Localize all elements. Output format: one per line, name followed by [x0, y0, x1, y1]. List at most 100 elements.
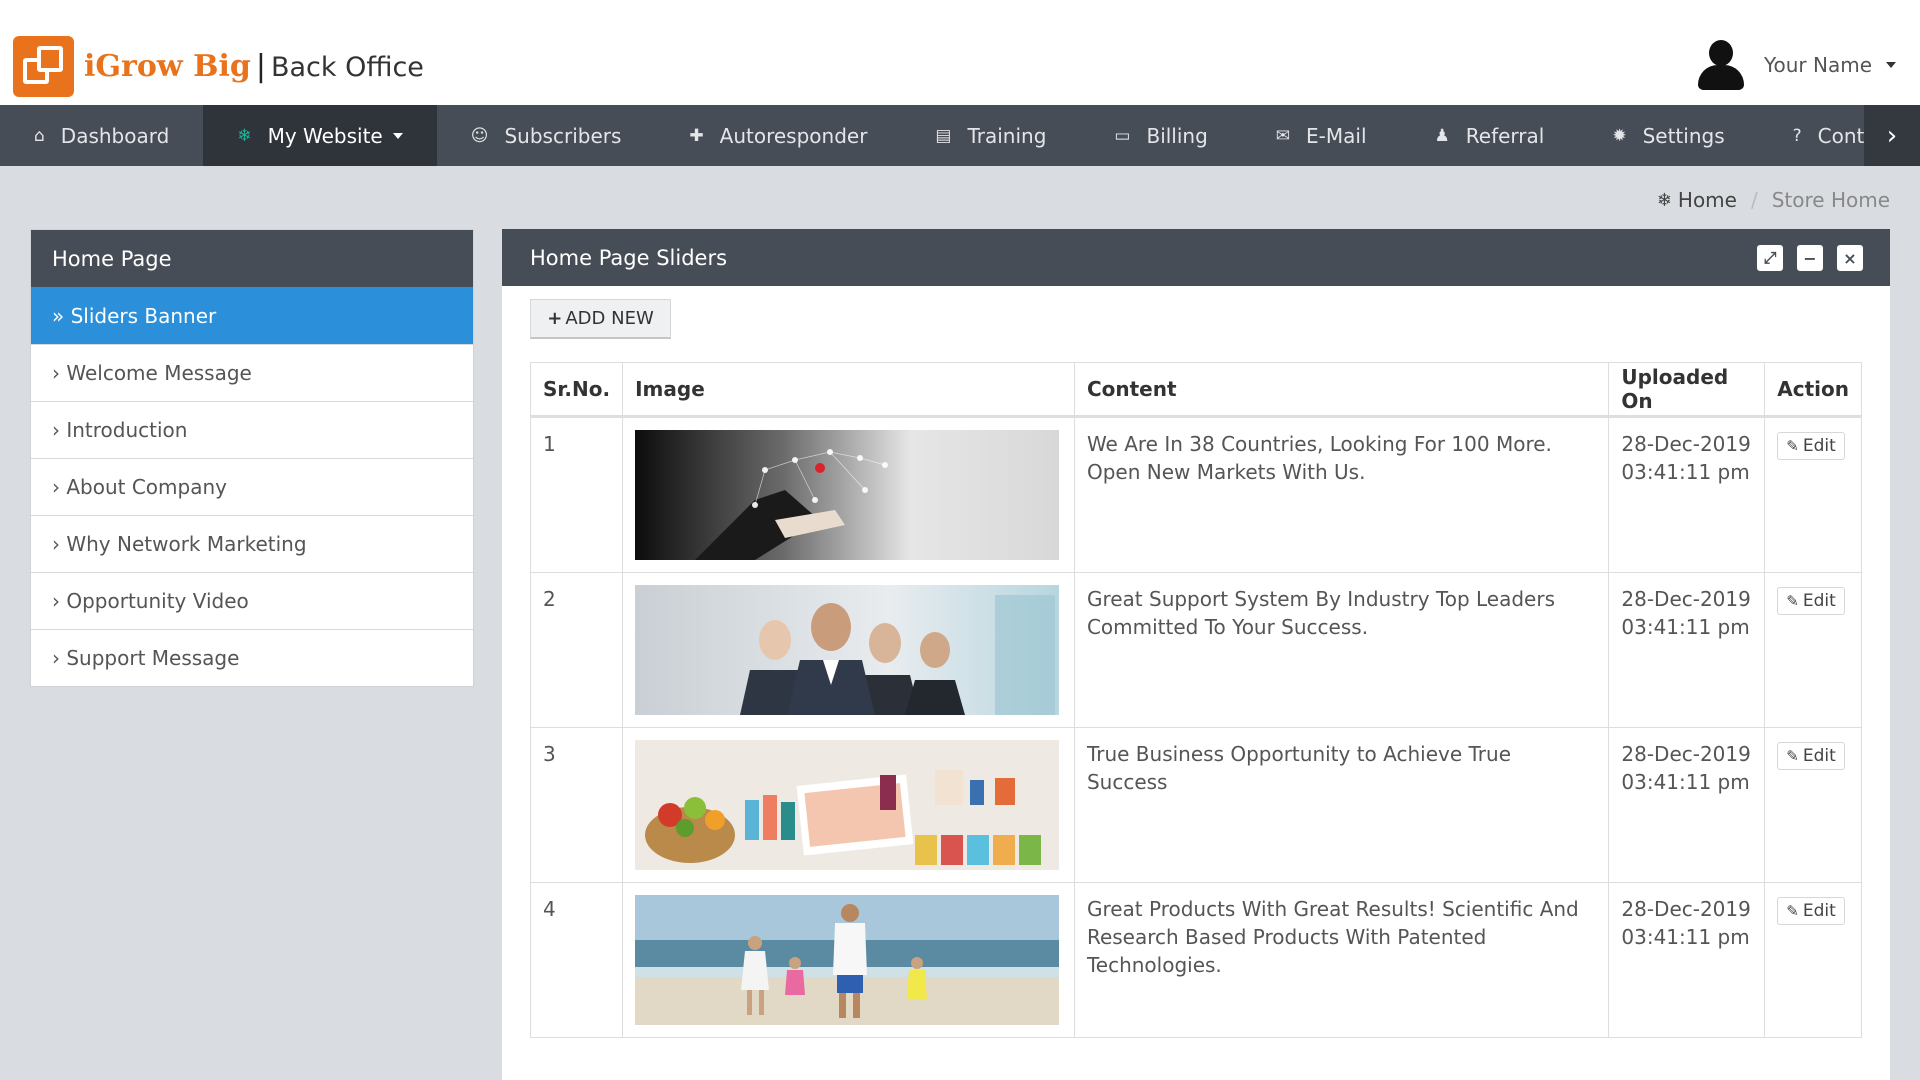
cell-image: [622, 882, 1075, 1038]
chevron-right-icon: ›: [1886, 120, 1898, 151]
upload-time: 03:41:11 pm: [1621, 460, 1750, 484]
upload-date: 28-Dec-2019: [1621, 897, 1751, 921]
cell-content: True Business Opportunity to Achieve Tru…: [1073, 727, 1610, 883]
column-header-sr: Sr.No.: [529, 362, 624, 418]
nav-item-label: Settings: [1642, 123, 1725, 148]
cell-sr: 3: [529, 727, 624, 883]
nav-item-referral[interactable]: ♟ Referral: [1401, 105, 1579, 166]
upload-date: 28-Dec-2019: [1621, 742, 1751, 766]
column-header-image: Image: [622, 362, 1075, 418]
sidebar-item-introduction[interactable]: › Introduction: [31, 401, 473, 458]
breadcrumb: ❄ Home / Store Home: [1657, 188, 1890, 212]
sidebar-item-welcome-message[interactable]: › Welcome Message: [31, 344, 473, 401]
edit-label: Edit: [1802, 901, 1836, 921]
gear-icon: ✹: [1612, 125, 1627, 146]
cell-image: [622, 727, 1075, 883]
sidebar-item-support-message[interactable]: › Support Message: [31, 629, 473, 686]
brand-subtitle: Back Office: [270, 52, 424, 83]
column-header-content: Content: [1073, 362, 1610, 418]
upload-time: 03:41:11 pm: [1621, 925, 1750, 949]
nav-item-label: Dashboard: [60, 123, 170, 148]
cell-uploaded: 28-Dec-2019 03:41:11 pm: [1608, 572, 1766, 728]
edit-button[interactable]: ✎ Edit: [1777, 897, 1845, 925]
upload-date: 28-Dec-2019: [1621, 587, 1751, 611]
table-row: 4 Great Products With Great Results! Sci…: [529, 882, 1862, 1038]
nav-item-subscribers[interactable]: ☺ Subscribers: [437, 105, 656, 166]
nav-item-autoresponder[interactable]: ✚ Autoresponder: [655, 105, 901, 166]
breadcrumb-home-link[interactable]: Home: [1678, 188, 1737, 212]
user-name: Your Name: [1763, 53, 1872, 77]
smiley-icon: ☺: [470, 125, 489, 146]
cell-sr: 2: [529, 572, 624, 728]
sidebar-item-opportunity-video[interactable]: › Opportunity Video: [31, 572, 473, 629]
edit-button[interactable]: ✎ Edit: [1777, 587, 1845, 615]
chevron-down-icon: [1886, 62, 1896, 68]
sidebar-item-sliders-banner[interactable]: » Sliders Banner: [31, 287, 473, 344]
cell-uploaded: 28-Dec-2019 03:41:11 pm: [1608, 416, 1766, 573]
sidebar: Home Page » Sliders Banner › Welcome Mes…: [30, 229, 474, 687]
question-icon: ?: [1792, 125, 1802, 146]
snowflake-icon: ❄: [237, 125, 252, 146]
nav-item-label: Subscribers: [504, 123, 622, 148]
edit-label: Edit: [1802, 746, 1836, 766]
sidebar-item-about-company[interactable]: › About Company: [31, 458, 473, 515]
nav-item-email[interactable]: ✉ E-Mail: [1242, 105, 1401, 166]
table-row: 3 True Business Opportunity to Achieve T…: [529, 727, 1862, 883]
nav-item-label: E-Mail: [1306, 123, 1367, 148]
nav-item-training[interactable]: ▤ Training: [901, 105, 1080, 166]
cell-uploaded: 28-Dec-2019 03:41:11 pm: [1608, 727, 1766, 883]
nav-item-label: My Website: [267, 123, 383, 148]
edit-button[interactable]: ✎ Edit: [1777, 742, 1845, 770]
nav-item-label: Training: [967, 123, 1047, 148]
home-icon: ⌂: [34, 125, 45, 146]
cell-action: ✎ Edit: [1764, 727, 1862, 883]
expand-icon: ⤢: [1763, 248, 1777, 267]
cell-uploaded: 28-Dec-2019 03:41:11 pm: [1608, 882, 1766, 1038]
book-icon: ▤: [935, 125, 952, 146]
cell-action: ✎ Edit: [1764, 416, 1862, 573]
nav-item-billing[interactable]: ▭ Billing: [1080, 105, 1241, 166]
sliders-table: Sr.No. Image Content Uploaded On Action …: [529, 362, 1862, 1038]
upload-time: 03:41:11 pm: [1621, 770, 1750, 794]
table-header-row: Sr.No. Image Content Uploaded On Action: [529, 362, 1862, 418]
column-header-action: Action: [1764, 362, 1862, 418]
logo[interactable]: iGrow Big | Back Office: [13, 36, 424, 97]
nav-item-label: Autoresponder: [719, 123, 868, 148]
plus-icon: +: [547, 308, 563, 329]
user-icon: ♟: [1434, 125, 1450, 146]
edit-button[interactable]: ✎ Edit: [1777, 432, 1845, 460]
nav-item-dashboard[interactable]: ⌂ Dashboard: [0, 105, 203, 166]
business-network-image: [635, 430, 1060, 560]
health-products-image: [635, 740, 1060, 870]
edit-label: Edit: [1802, 436, 1836, 456]
add-new-button[interactable]: + ADD NEW: [530, 299, 671, 339]
puzzle-icon: ✚: [689, 125, 704, 146]
snowflake-icon: ❄: [1656, 189, 1672, 211]
breadcrumb-separator: /: [1750, 188, 1758, 212]
expand-button[interactable]: ⤢: [1757, 245, 1783, 271]
user-menu[interactable]: Your Name: [1696, 40, 1896, 90]
pencil-icon: ✎: [1786, 902, 1799, 920]
minimize-button[interactable]: −: [1797, 245, 1823, 271]
upload-date: 28-Dec-2019: [1621, 432, 1751, 456]
cell-action: ✎ Edit: [1764, 572, 1862, 728]
column-header-uploaded: Uploaded On: [1608, 362, 1766, 418]
cell-image: [622, 572, 1075, 728]
breadcrumb-current: Store Home: [1771, 188, 1890, 212]
panel-header: Home Page Sliders ⤢ − ×: [502, 229, 1890, 286]
sidebar-item-why-network-marketing[interactable]: › Why Network Marketing: [31, 515, 473, 572]
cell-content: Great Support System By Industry Top Lea…: [1073, 572, 1610, 728]
nav-item-settings[interactable]: ✹ Settings: [1578, 105, 1758, 166]
cell-image: [622, 416, 1075, 573]
nav-item-label: Referral: [1465, 123, 1545, 148]
edit-label: Edit: [1802, 591, 1836, 611]
cell-content: We Are In 38 Countries, Looking For 100 …: [1073, 416, 1610, 573]
brand-name: iGrow Big: [84, 49, 251, 84]
add-new-label: ADD NEW: [565, 308, 654, 329]
nav-scroll-right-button[interactable]: ›: [1864, 105, 1920, 166]
nav-item-my-website[interactable]: ❄ My Website: [203, 105, 437, 166]
upload-time: 03:41:11 pm: [1621, 615, 1750, 639]
close-button[interactable]: ×: [1837, 245, 1863, 271]
user-avatar-icon: [1696, 40, 1744, 90]
family-beach-image: [635, 895, 1060, 1025]
